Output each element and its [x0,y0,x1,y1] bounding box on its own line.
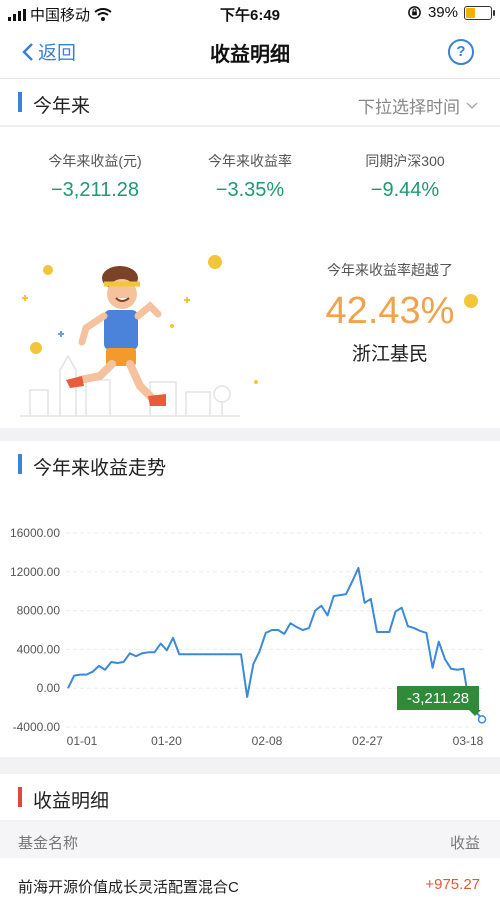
section-accent-bar [18,92,22,112]
ranking-label: 今年来收益率超越了 [327,262,453,278]
y-tick-label: 8000.00 [17,604,61,618]
stats-panel: 今年来收益(元) −3,211.28 今年来收益率 −3.35% 同期沪深300… [0,126,500,231]
stat-ytd-profit: 今年来收益(元) −3,211.28 [12,151,178,202]
stat-ytd-rate: 今年来收益率 −3.35% [167,151,333,202]
help-icon[interactable]: ? [448,39,474,65]
stat-value: −3,211.28 [50,179,140,201]
fund-gain: +975.27 [425,876,480,893]
stat-value: −9.44% [370,179,440,201]
details-table-header: 基金名称 收益 [0,822,500,858]
trend-title: 今年来收益走势 [33,458,167,479]
x-tick-label: 02-27 [352,734,383,748]
end-value-label: -3,211.28 [407,690,469,707]
nav-bar: 返回 收益明细 ? [0,26,500,79]
period-dropdown[interactable]: 下拉选择时间 [358,93,478,118]
ranking-card: 今年来收益率超越了 42.43% 浙江基民 [0,230,500,428]
col-gain: 收益 [449,835,480,852]
y-tick-label: 4000.00 [17,642,61,656]
col-fund-name: 基金名称 [18,835,79,852]
y-tick-label: 12000.00 [10,565,60,579]
x-tick-label: 01-20 [151,734,182,748]
ranking-text: 今年来收益率超越了 42.43% 浙江基民 [300,260,480,366]
status-bar: 中国移动 下午6:49 39% [0,0,500,26]
section-accent-bar [18,787,22,807]
period-header: 今年来 下拉选择时间 [0,79,500,125]
x-tick-label: 02-08 [252,734,283,748]
y-tick-label: 16000.00 [10,526,60,540]
fund-name: 前海开源价值成长灵活配置混合C [18,879,239,896]
y-tick-label: 0.00 [37,681,61,695]
period-select-label: 下拉选择时间 [358,98,460,117]
table-row[interactable]: 前海开源价值成长灵活配置混合C +975.27 [0,858,500,898]
stat-value: −3.35% [215,179,285,201]
x-tick-label: 01-01 [67,734,98,748]
rotation-lock-icon [408,6,421,19]
battery-percent: 39% [427,4,458,21]
status-right: 39% [407,4,495,21]
trend-chart: 16000.00 12000.00 8000.00 4000.00 0.00 -4000.… [0,487,500,757]
last-point [477,715,487,724]
stat-label: 今年来收益率 [208,153,292,169]
details-header: 收益明细 [0,774,500,820]
stat-label: 今年来收益(元) [48,153,142,169]
runner-illustration [20,255,258,417]
battery-icon [464,5,495,20]
period-title: 今年来 [33,96,91,117]
trend-header: 今年来收益走势 [0,441,500,487]
page-title: 收益明细 [210,44,290,66]
ranking-percent: 42.43% [325,290,455,332]
stat-label: 同期沪深300 [365,153,445,169]
coin-icon [464,294,478,308]
chevron-down-icon [466,101,478,109]
y-tick-label: -4000.00 [13,720,61,734]
trend-chart-svg: 16000.00 12000.00 8000.00 4000.00 0.00 -4000.… [10,526,487,748]
stat-hs300: 同期沪深300 −9.44% [322,151,488,202]
details-title: 收益明细 [33,791,110,812]
section-accent-bar [18,454,22,474]
x-tick-label: 03-18 [453,734,484,748]
ranking-region: 浙江基民 [351,344,428,365]
